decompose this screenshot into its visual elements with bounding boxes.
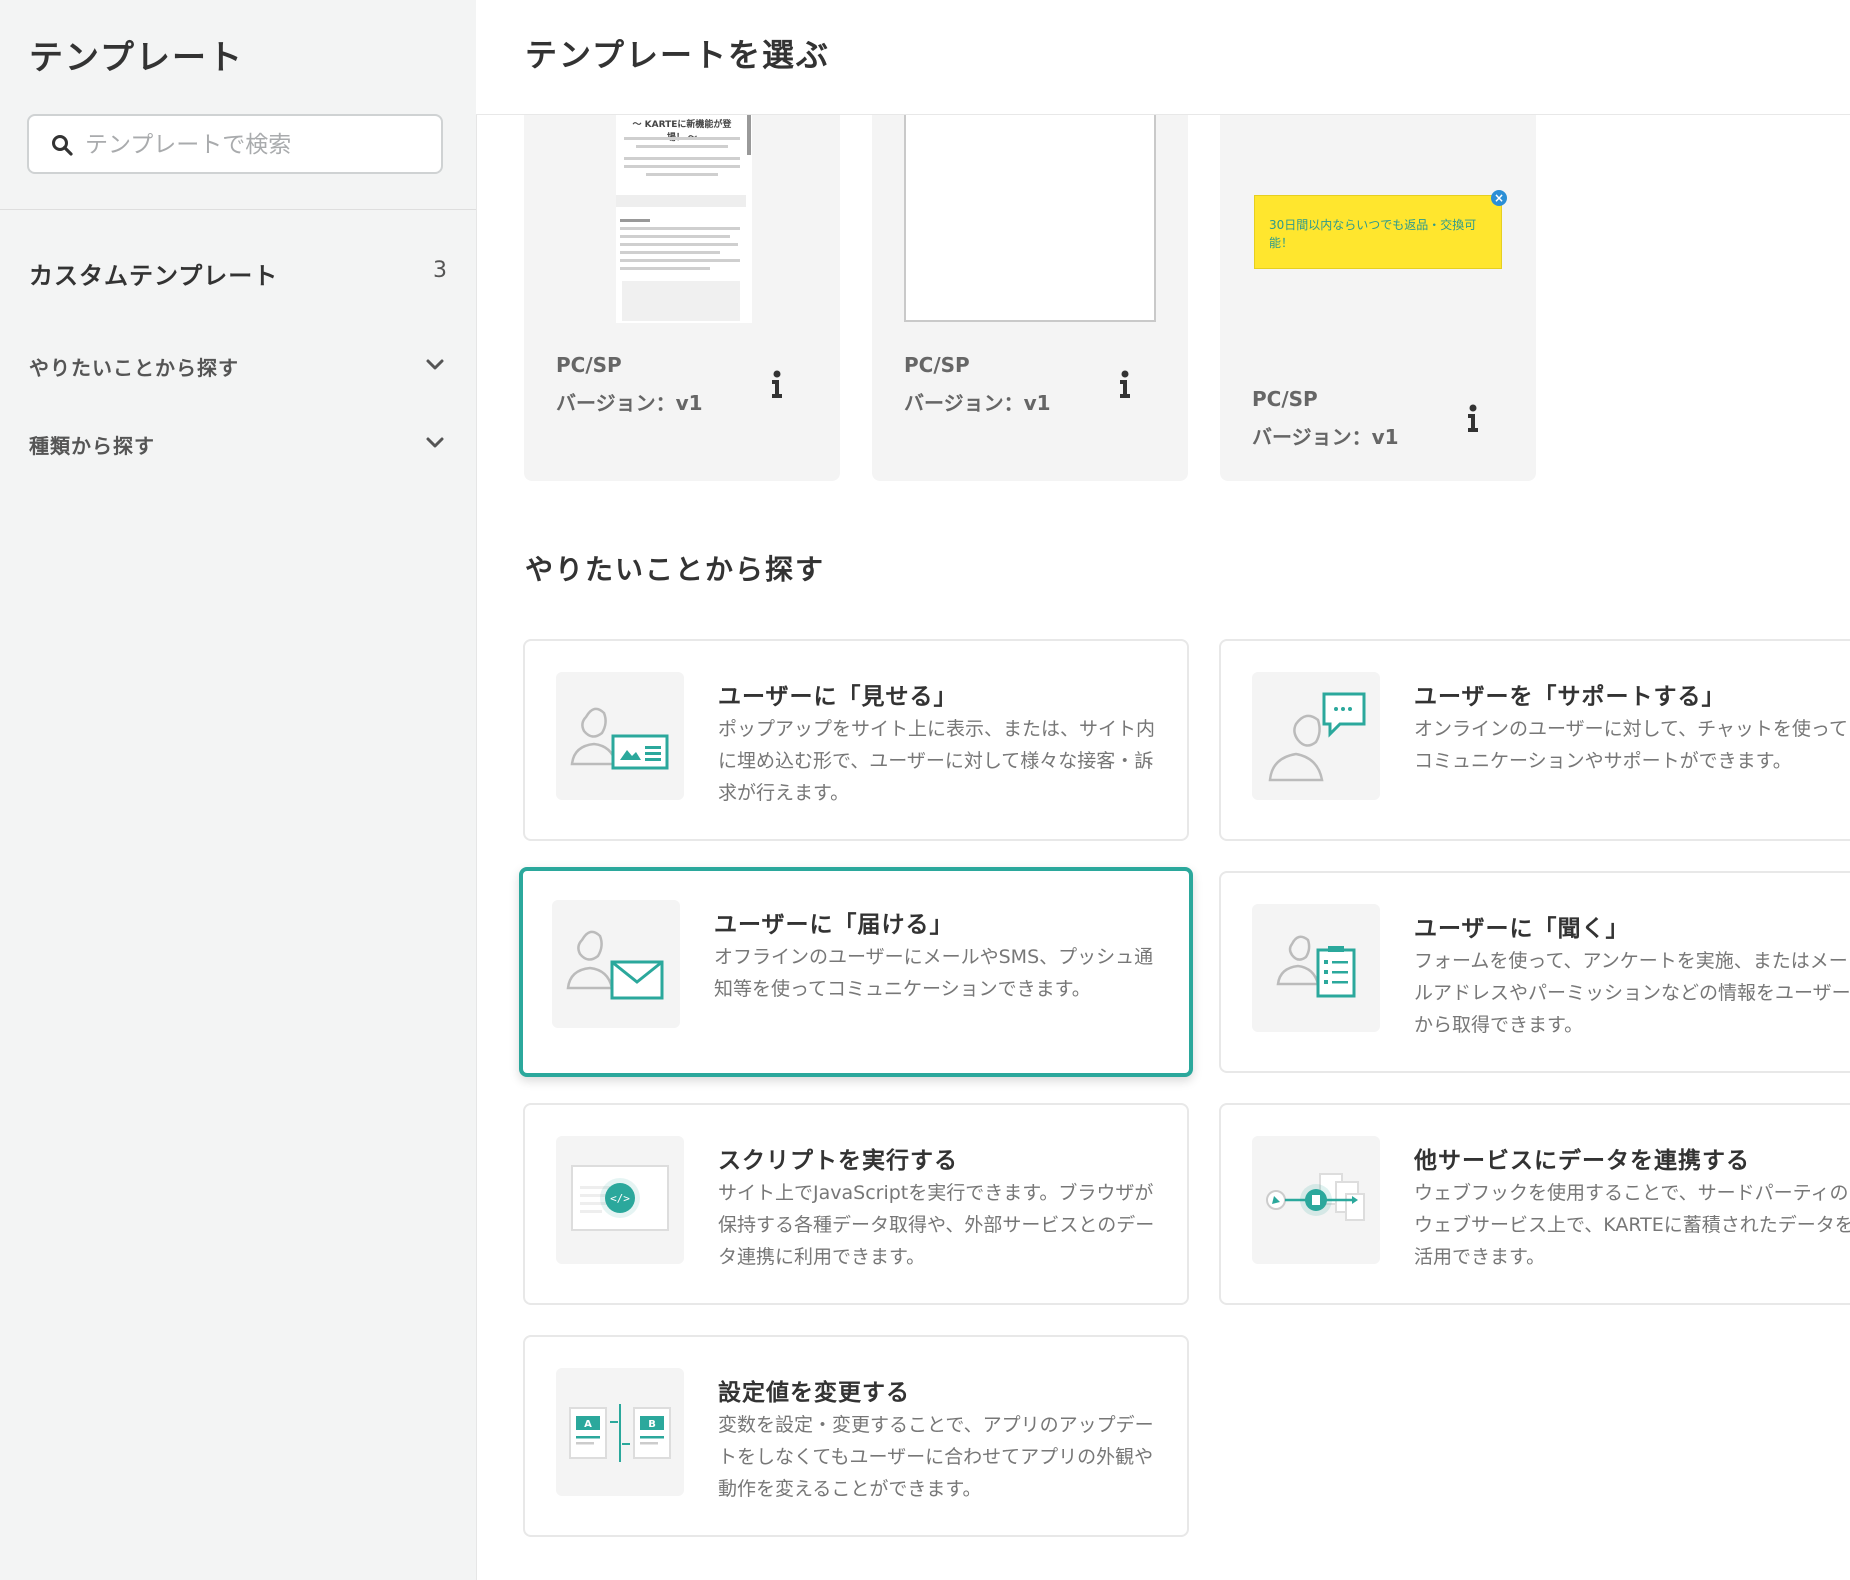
purpose-card-webhook[interactable]: 他サービスにデータを連携する ウェブフックを使用することで、サードパーティのウェ… bbox=[1219, 1103, 1850, 1305]
survey-icon bbox=[1252, 904, 1380, 1032]
sidebar: テンプレート カスタムテンプレート 3 やりたいことから探す 種類から探す bbox=[0, 0, 477, 1580]
page-title: テンプレートを選ぶ bbox=[525, 36, 831, 74]
mail-icon bbox=[552, 900, 680, 1028]
sidebar-accordion-type[interactable]: 種類から探す bbox=[29, 424, 447, 464]
card-title: ユーザーに「届ける」 bbox=[714, 912, 954, 938]
main-header: テンプレートを選ぶ bbox=[476, 0, 1850, 115]
card-title: ユーザーに「聞く」 bbox=[1414, 916, 1630, 942]
purpose-card-script[interactable]: </> スクリプトを実行する サイト上でJavaScriptを実行できます。ブラ… bbox=[523, 1103, 1189, 1305]
card-description: ポップアップをサイト上に表示、または、サイト内に埋め込む形で、ユーザーに対して様… bbox=[718, 718, 1156, 804]
card-title: 他サービスにデータを連携する bbox=[1414, 1148, 1750, 1174]
sidebar-divider bbox=[0, 209, 476, 210]
template-preview-blank bbox=[904, 115, 1156, 322]
close-icon: × bbox=[1491, 190, 1507, 206]
purpose-card-ask[interactable]: ユーザーに「聞く」 フォームを使って、アンケートを実施、またはメールアドレスやパ… bbox=[1219, 871, 1850, 1073]
sidebar-accordion-purpose[interactable]: やりたいことから探す bbox=[29, 346, 447, 386]
custom-template-count: 3 bbox=[433, 258, 447, 283]
card-title: 設定値を変更する bbox=[718, 1380, 910, 1406]
template-device: PC/SP bbox=[1252, 387, 1318, 411]
template-preview-banner: 30日間以内ならいつでも返品・交換可能！ × bbox=[1254, 190, 1507, 269]
card-description: サイト上でJavaScriptを実行できます。ブラウザが保持する各種データ取得や… bbox=[718, 1182, 1155, 1268]
card-title: ユーザーに「見せる」 bbox=[718, 684, 958, 710]
show-icon bbox=[556, 672, 684, 800]
script-icon: </> bbox=[556, 1136, 684, 1264]
card-title: スクリプトを実行する bbox=[718, 1148, 958, 1174]
chevron-down-icon bbox=[426, 359, 444, 370]
info-icon[interactable] bbox=[767, 370, 787, 400]
template-device: PC/SP bbox=[904, 353, 970, 377]
purpose-card-deliver[interactable]: ユーザーに「届ける」 オフラインのユーザーにメールやSMS、プッシュ通知等を使っ… bbox=[519, 867, 1193, 1077]
ab-variable-icon: A B bbox=[556, 1368, 684, 1496]
template-version: バージョン：v1 bbox=[1252, 425, 1399, 449]
info-icon[interactable] bbox=[1463, 404, 1483, 434]
purpose-card-support[interactable]: ユーザーを「サポートする」 オンラインのユーザーに対して、チャットを使ってコミュ… bbox=[1219, 639, 1850, 841]
template-card[interactable]: 30日間以内ならいつでも返品・交換可能！ × PC/SP バージョン：v1 bbox=[1220, 115, 1536, 481]
purpose-card-variable[interactable]: A B 設定値を変更する 変数を設定・変更することで、アプリのアップデートをしな… bbox=[523, 1335, 1189, 1537]
template-device: PC/SP bbox=[556, 353, 622, 377]
sidebar-item-label: カスタムテンプレート bbox=[29, 262, 279, 290]
card-description: オフラインのユーザーにメールやSMS、プッシュ通知等を使ってコミュニケーションで… bbox=[714, 946, 1154, 1000]
search-box[interactable] bbox=[27, 114, 443, 174]
template-version: バージョン：v1 bbox=[556, 391, 703, 415]
accordion-label: やりたいことから探す bbox=[29, 356, 239, 380]
sidebar-title: テンプレート bbox=[29, 38, 244, 78]
accordion-label: 種類から探す bbox=[29, 434, 155, 458]
purpose-card-show[interactable]: ユーザーに「見せる」 ポップアップをサイト上に表示、または、サイト内に埋め込む形… bbox=[523, 639, 1189, 841]
svg-text:A: A bbox=[584, 1419, 592, 1430]
card-description: ウェブフックを使用することで、サードパーティのウェブサービス上で、KARTEに蓄… bbox=[1414, 1182, 1850, 1268]
search-input[interactable] bbox=[83, 122, 427, 168]
info-icon[interactable] bbox=[1115, 370, 1135, 400]
card-description: オンラインのユーザーに対して、チャットを使ってコミュニケーションやサポートができ… bbox=[1414, 718, 1848, 772]
template-card[interactable]: PC/SP バージョン：v1 bbox=[872, 115, 1188, 481]
template-card[interactable]: 〜 KARTEに新機能が登場！ 〜 PC/SP バージョン：v1 bbox=[524, 115, 840, 481]
support-chat-icon bbox=[1252, 672, 1380, 800]
svg-text:B: B bbox=[648, 1419, 656, 1430]
card-description: 変数を設定・変更することで、アプリのアップデートをしなくてもユーザーに合わせてア… bbox=[718, 1414, 1154, 1500]
chevron-down-icon bbox=[426, 437, 444, 448]
card-description: フォームを使って、アンケートを実施、またはメールアドレスやパーミッションなどの情… bbox=[1414, 950, 1850, 1036]
webhook-icon bbox=[1252, 1136, 1380, 1264]
section-title: やりたいことから探す bbox=[525, 553, 826, 586]
svg-text:</>: </> bbox=[610, 1192, 630, 1205]
template-preview-newsletter: 〜 KARTEに新機能が登場！ 〜 bbox=[616, 115, 752, 323]
search-icon bbox=[52, 135, 73, 156]
sidebar-item-custom-templates[interactable]: カスタムテンプレート 3 bbox=[29, 252, 447, 292]
template-version: バージョン：v1 bbox=[904, 391, 1051, 415]
card-title: ユーザーを「サポートする」 bbox=[1414, 684, 1726, 710]
